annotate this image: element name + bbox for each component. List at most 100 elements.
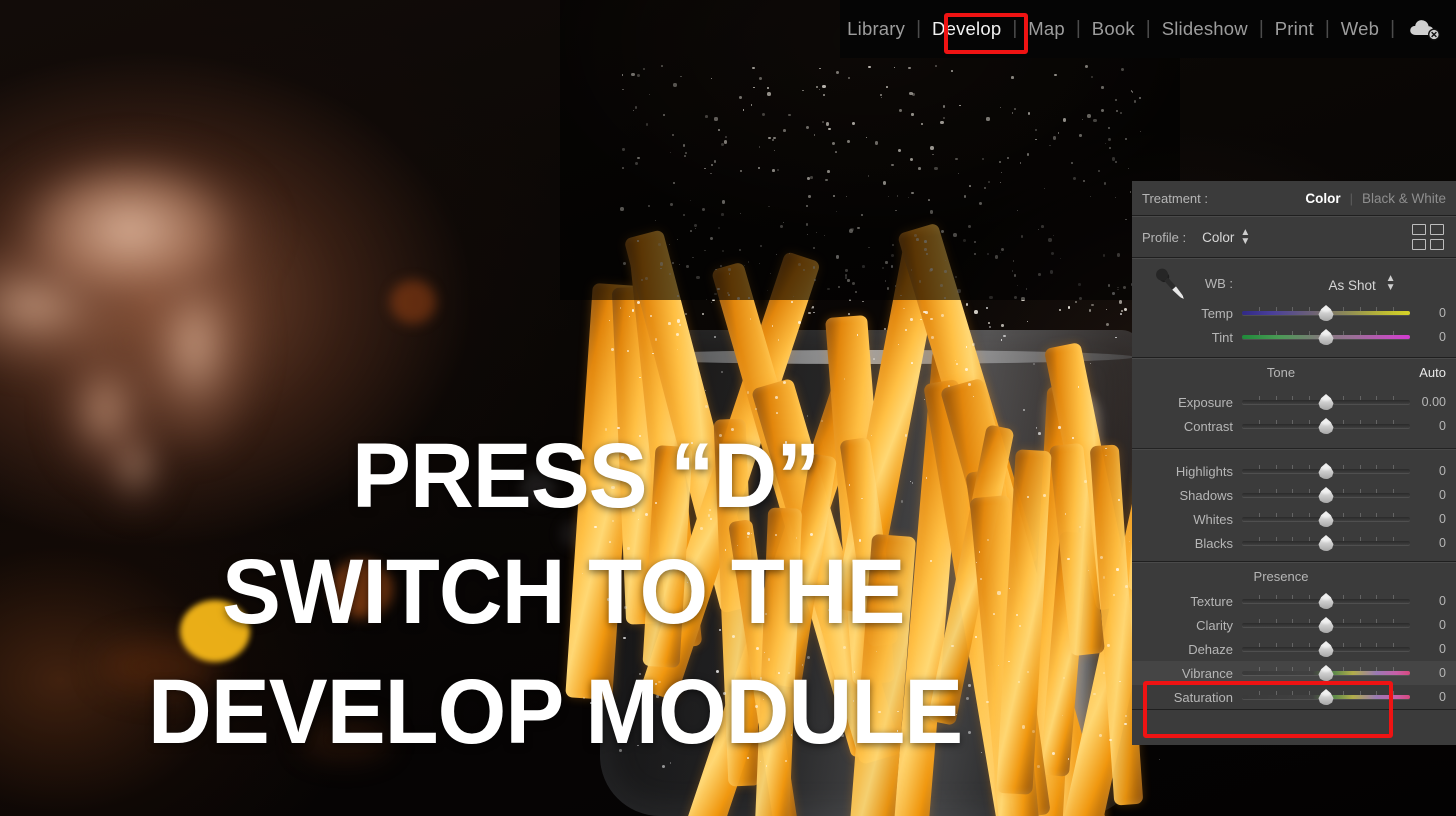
- treatment-color-option[interactable]: Color: [1305, 191, 1340, 206]
- slider-label-clarity: Clarity: [1196, 617, 1233, 633]
- tone-slider-list-secondary: Highlights 0 Shadows 0 Whites 0 Blacks 0: [1132, 454, 1456, 561]
- slider-value-contrast[interactable]: 0: [1410, 419, 1456, 433]
- presence-section: Presence Texture 0 Clarity 0 Dehaze 0 Vibranc…: [1132, 562, 1456, 710]
- updown-arrows-icon[interactable]: ▲ ▼: [1386, 273, 1396, 292]
- wb-slider-list: Temp 0 Tint 0: [1132, 301, 1456, 349]
- slider-row-whites[interactable]: Whites 0: [1132, 507, 1456, 531]
- slider-label-shadows: Shadows: [1179, 487, 1233, 503]
- tone-slider-list-primary: Exposure 0.00 Contrast 0: [1132, 385, 1456, 444]
- presence-slider-list: Texture 0 Clarity 0 Dehaze 0: [1132, 589, 1456, 661]
- slider-label-saturation: Saturation: [1173, 689, 1233, 705]
- slider-track-tint[interactable]: [1242, 329, 1410, 345]
- module-web[interactable]: Web: [1331, 15, 1389, 43]
- slider-value-temp[interactable]: 0: [1410, 306, 1456, 320]
- nav-separator: |: [1390, 18, 1395, 39]
- bokeh-light: [300, 720, 390, 760]
- slider-row-texture[interactable]: Texture 0: [1132, 589, 1456, 613]
- slider-track-blacks[interactable]: [1242, 535, 1410, 551]
- module-library[interactable]: Library: [837, 15, 915, 43]
- treatment-divider: |: [1349, 190, 1353, 206]
- nav-separator: |: [916, 18, 922, 39]
- profile-grid-icon[interactable]: [1412, 224, 1444, 250]
- nav-separator: |: [1075, 18, 1081, 39]
- slider-value-shadows[interactable]: 0: [1410, 488, 1456, 502]
- treatment-section: Treatment : Color | Black & White: [1132, 181, 1456, 216]
- slider-track-clarity[interactable]: [1242, 617, 1410, 633]
- updown-arrows-icon[interactable]: ▲ ▼: [1240, 228, 1250, 247]
- slider-label-vibrance: Vibrance: [1181, 665, 1233, 681]
- module-picker[interactable]: Library | Develop | Map | Book | Slidesh…: [840, 0, 1456, 58]
- slider-label-blacks: Blacks: [1194, 535, 1233, 551]
- nav-separator: |: [1145, 18, 1151, 39]
- module-slideshow[interactable]: Slideshow: [1152, 15, 1258, 43]
- nav-separator: |: [1258, 18, 1264, 39]
- treatment-bw-option[interactable]: Black & White: [1362, 191, 1446, 206]
- slider-label-whites: Whites: [1193, 511, 1233, 527]
- wb-value[interactable]: As Shot ▲ ▼: [1242, 273, 1456, 293]
- slider-row-contrast[interactable]: Contrast 0: [1132, 414, 1456, 438]
- slider-label-exposure: Exposure: [1178, 394, 1233, 410]
- tone-auto-button[interactable]: Auto: [1400, 365, 1456, 380]
- basic-panel[interactable]: Treatment : Color | Black & White Profil…: [1132, 181, 1456, 745]
- slider-row-shadows[interactable]: Shadows 0: [1132, 483, 1456, 507]
- slider-track-highlights[interactable]: [1242, 463, 1410, 479]
- module-book[interactable]: Book: [1082, 15, 1145, 43]
- slider-value-whites[interactable]: 0: [1410, 512, 1456, 526]
- slider-row-dehaze[interactable]: Dehaze 0: [1132, 637, 1456, 661]
- slider-label-highlights: Highlights: [1175, 463, 1233, 479]
- slider-track-shadows[interactable]: [1242, 487, 1410, 503]
- profile-label: Profile :: [1142, 229, 1187, 245]
- module-map[interactable]: Map: [1018, 15, 1075, 43]
- treatment-label: Treatment :: [1142, 190, 1208, 206]
- slider-track-exposure[interactable]: [1242, 394, 1410, 410]
- tone-section: Tone Auto Exposure 0.00 Contrast 0 Highligh…: [1132, 358, 1456, 562]
- slider-track-contrast[interactable]: [1242, 418, 1410, 434]
- bokeh-light: [520, 470, 556, 504]
- slider-row-tint[interactable]: Tint 0: [1132, 325, 1456, 349]
- divider: [1132, 448, 1456, 450]
- tone-title: Tone: [1266, 364, 1296, 380]
- presence-title: Presence: [1253, 568, 1309, 584]
- wb-value-text: As Shot: [1328, 277, 1376, 293]
- slider-label-contrast: Contrast: [1183, 418, 1233, 434]
- slider-label-texture: Texture: [1190, 593, 1233, 609]
- module-develop[interactable]: Develop: [922, 15, 1011, 43]
- slider-track-texture[interactable]: [1242, 593, 1410, 609]
- nav-separator: |: [1324, 18, 1330, 39]
- module-print[interactable]: Print: [1265, 15, 1324, 43]
- lightroom-window: Library | Develop | Map | Book | Slidesh…: [0, 0, 1456, 816]
- bokeh-light-yellow: [180, 600, 250, 662]
- cloud-sync-off-icon[interactable]: [1408, 16, 1442, 42]
- slider-label-tint: Tint: [1211, 329, 1233, 345]
- slider-value-clarity[interactable]: 0: [1410, 618, 1456, 632]
- presence-slider-list-highlighted: Vibrance 0 Saturation 0: [1132, 661, 1456, 709]
- slider-track-dehaze[interactable]: [1242, 641, 1410, 657]
- slider-track-saturation[interactable]: [1242, 689, 1410, 705]
- slider-row-blacks[interactable]: Blacks 0: [1132, 531, 1456, 555]
- slider-value-vibrance[interactable]: 0: [1410, 666, 1456, 680]
- slider-row-highlights[interactable]: Highlights 0: [1132, 459, 1456, 483]
- profile-section: Profile : Color ▲ ▼: [1132, 216, 1456, 258]
- slider-value-blacks[interactable]: 0: [1410, 536, 1456, 550]
- bokeh-light: [390, 280, 436, 324]
- slider-row-saturation[interactable]: Saturation 0: [1132, 685, 1456, 709]
- blurred-hand-subject: [0, 110, 360, 540]
- slider-track-vibrance[interactable]: [1242, 665, 1410, 681]
- slider-track-temp[interactable]: [1242, 305, 1410, 321]
- slider-label-dehaze: Dehaze: [1188, 641, 1233, 657]
- slider-row-clarity[interactable]: Clarity 0: [1132, 613, 1456, 637]
- profile-value[interactable]: Color: [1202, 230, 1234, 245]
- slider-value-highlights[interactable]: 0: [1410, 464, 1456, 478]
- slider-value-dehaze[interactable]: 0: [1410, 642, 1456, 656]
- slider-value-saturation[interactable]: 0: [1410, 690, 1456, 704]
- eyedropper-icon[interactable]: [1148, 265, 1192, 305]
- slider-value-texture[interactable]: 0: [1410, 594, 1456, 608]
- slider-row-vibrance[interactable]: Vibrance 0: [1132, 661, 1456, 685]
- slider-label-temp: Temp: [1201, 305, 1233, 321]
- nav-separator: |: [1012, 18, 1018, 39]
- slider-value-tint[interactable]: 0: [1410, 330, 1456, 344]
- slider-track-whites[interactable]: [1242, 511, 1410, 527]
- slider-row-exposure[interactable]: Exposure 0.00: [1132, 390, 1456, 414]
- white-balance-section: WB : As Shot ▲ ▼ Temp 0 Tint 0: [1132, 258, 1456, 358]
- slider-value-exposure[interactable]: 0.00: [1410, 395, 1456, 409]
